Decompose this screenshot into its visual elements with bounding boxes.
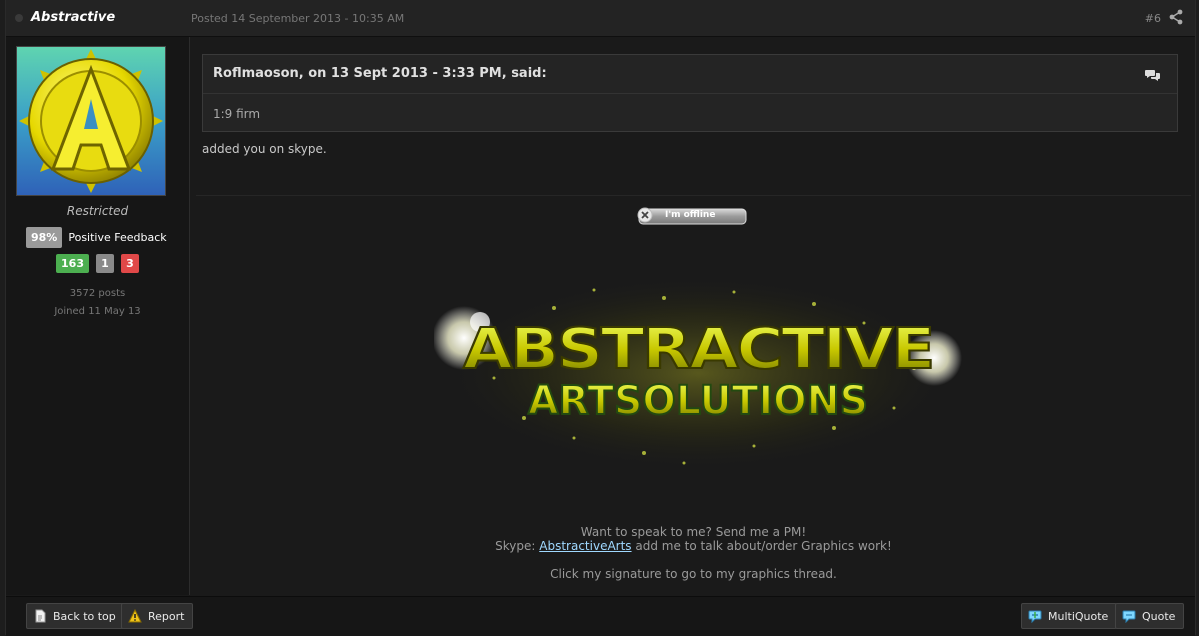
- multiquote-bubble-icon: [1028, 610, 1042, 623]
- banner-subtitle-text: ARTSOLUTIONS: [528, 378, 868, 424]
- join-date: Joined 11 May 13: [54, 306, 141, 317]
- signature-line-2: Skype: AbstractiveArts add me to talk ab…: [196, 539, 1191, 553]
- quote-citation: Roflmaoson, on 13 Sept 2013 - 3:33 PM, s…: [203, 55, 1177, 94]
- report-label: Report: [148, 609, 185, 623]
- page-icon: [35, 609, 46, 623]
- multiquote-button[interactable]: MultiQuote: [1021, 603, 1118, 629]
- quote-citation-text: Roflmaoson, on 13 Sept 2013 - 3:33 PM, s…: [213, 66, 547, 81]
- post-text: added you on skype.: [202, 142, 327, 156]
- signature-skype-suffix: add me to talk about/order Graphics work…: [631, 539, 892, 553]
- quote-label: Quote: [1142, 609, 1176, 623]
- quote-content: 1:9 firm: [213, 107, 261, 121]
- quote-bubble-icon: [1122, 610, 1136, 623]
- feedback-label: Positive Feedback: [68, 230, 167, 244]
- post-header: Abstractive Posted 14 September 2013 - 1…: [6, 0, 1195, 37]
- post-number-link[interactable]: #6: [1145, 12, 1161, 25]
- post-footer: Back to top Report MultiQuote Quote: [6, 596, 1195, 636]
- rep-neutral-badge[interactable]: 1: [95, 254, 114, 273]
- quote-block: Roflmaoson, on 13 Sept 2013 - 3:33 PM, s…: [202, 54, 1178, 132]
- member-group-label: Restricted: [66, 204, 129, 218]
- share-icon[interactable]: [1169, 9, 1183, 25]
- forum-post: Abstractive Posted 14 September 2013 - 1…: [5, 0, 1196, 636]
- skype-status-badge[interactable]: I'm offline: [635, 207, 747, 225]
- post-body: Roflmaoson, on 13 Sept 2013 - 3:33 PM, s…: [202, 54, 1178, 156]
- avatar[interactable]: [16, 46, 166, 196]
- feedback-summary[interactable]: 98% Positive Feedback: [26, 226, 167, 248]
- online-status-dot: [15, 14, 23, 22]
- rep-positive-badge[interactable]: 163: [56, 254, 89, 273]
- quote-button[interactable]: Quote: [1115, 603, 1185, 629]
- posted-date: Posted 14 September 2013 - 10:35 AM: [191, 12, 405, 25]
- back-to-top-button[interactable]: Back to top: [26, 603, 125, 629]
- signature-banner-image[interactable]: ABSTRACTIVE ARTSOLUTIONS: [432, 268, 962, 478]
- reputation-badges: 163 1 3: [6, 254, 189, 273]
- signature-line-3: Click my signature to go to my graphics …: [550, 567, 837, 581]
- signature-line-1: Want to speak to me? Send me a PM!: [580, 525, 807, 539]
- speech-bubbles-icon[interactable]: [1145, 68, 1161, 82]
- warning-icon: [128, 609, 142, 623]
- author-name-link[interactable]: Abstractive: [31, 10, 115, 25]
- back-to-top-label: Back to top: [53, 609, 116, 623]
- rep-negative-badge[interactable]: 3: [120, 254, 139, 273]
- author-info-column: Restricted 98% Positive Feedback 163 1 3…: [6, 37, 190, 595]
- report-button[interactable]: Report: [121, 603, 194, 629]
- post-count: 3572 posts: [69, 288, 126, 299]
- skype-status-label: I'm offline: [665, 210, 716, 220]
- multiquote-label: MultiQuote: [1048, 609, 1109, 623]
- signature-skype-prefix: Skype:: [495, 539, 540, 553]
- skype-username-link[interactable]: AbstractiveArts: [539, 539, 631, 553]
- signature-divider: [196, 195, 1191, 196]
- banner-title-text: ABSTRACTIVE: [463, 317, 933, 382]
- feedback-percent-badge: 98%: [26, 226, 63, 248]
